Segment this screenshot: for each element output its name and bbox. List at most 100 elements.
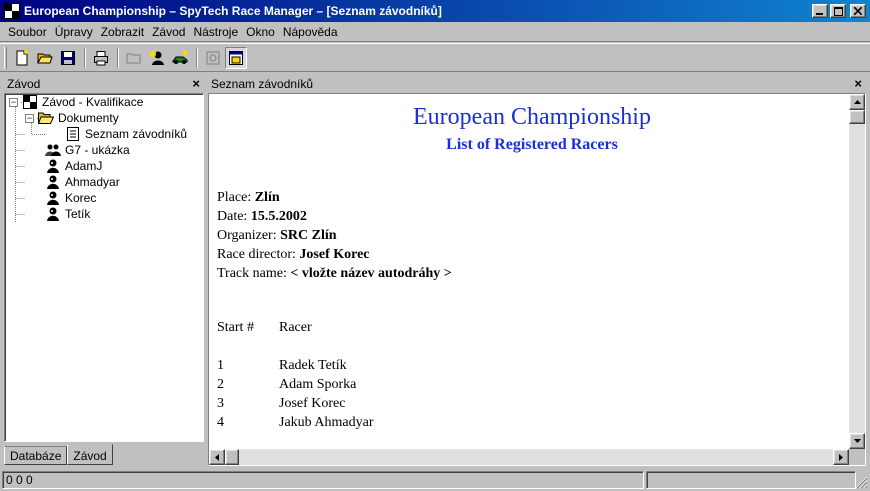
horizontal-scroll-thumb[interactable] (225, 449, 239, 465)
tree-item-group[interactable]: G7 - ukázka (45, 142, 130, 158)
tree-item-racer[interactable]: AdamJ (45, 158, 102, 174)
new-document-button[interactable] (11, 47, 33, 69)
status-panel (646, 471, 856, 489)
print-button[interactable] (90, 47, 112, 69)
arrow-left-icon (215, 453, 219, 461)
maximize-button[interactable] (830, 4, 846, 18)
document-panel-title: Seznam závodníků (211, 76, 314, 91)
window-title: European Championship – SpyTech Race Man… (24, 4, 442, 18)
info-value: < vložte název autodráhy > (290, 266, 452, 281)
menu-okno[interactable]: Okno (242, 25, 279, 39)
info-label: Place: (217, 190, 255, 205)
vertical-scroll-thumb[interactable] (849, 110, 865, 124)
menu-bar: Soubor Úpravy Zobrazit Závod Nástroje Ok… (0, 22, 870, 42)
info-date: Date: 15.5.2002 (217, 209, 307, 228)
collapse-icon[interactable]: − (9, 97, 18, 107)
toolbar-separator (84, 47, 86, 68)
tree-item-racer[interactable]: Ahmadyar (45, 174, 120, 190)
scroll-left-button[interactable] (209, 449, 225, 465)
print-icon (94, 50, 108, 65)
cell-start-number: 2 (217, 377, 224, 392)
tab-race[interactable]: Závod (67, 444, 113, 465)
scroll-down-button[interactable] (849, 433, 865, 449)
tab-database[interactable]: Databáze (4, 446, 68, 465)
save-button[interactable] (57, 47, 79, 69)
menu-zavod[interactable]: Závod (148, 25, 189, 39)
save-icon (61, 50, 75, 65)
new-document-icon (16, 49, 28, 65)
racer-list-document: European Championship List of Registered… (217, 94, 849, 448)
menu-soubor[interactable]: Soubor (4, 25, 51, 39)
tree-item-race[interactable]: − Závod - Kvalifikace (9, 94, 143, 110)
tree-item-racer[interactable]: Tetík (45, 206, 90, 222)
horizontal-scrollbar[interactable] (209, 449, 849, 465)
toolbar-separator (117, 47, 119, 68)
info-label: Race director: (217, 247, 300, 262)
tree-item-racer-list[interactable]: Seznam závodníků (65, 126, 187, 142)
info-value: SRC Zlín (280, 228, 337, 243)
scrollbar-corner (849, 449, 865, 465)
add-racer-button[interactable] (146, 47, 168, 69)
tree-item-label: Ahmadyar (65, 175, 120, 189)
menu-nastroje[interactable]: Nástroje (189, 25, 242, 39)
document-panel: Seznam závodníků × European Championship… (208, 75, 866, 466)
tree-item-label: G7 - ukázka (65, 143, 130, 157)
column-header-start-number: Start # (217, 320, 254, 335)
cell-racer: Josef Korec (279, 396, 346, 411)
race-panel-title: Závod (7, 76, 41, 91)
toolbar (0, 43, 870, 72)
checkered-flag-icon (22, 94, 38, 110)
cell-racer: Radek Tetík (279, 358, 347, 373)
document-view[interactable]: European Championship List of Registered… (208, 93, 866, 466)
menu-upravy[interactable]: Úpravy (51, 25, 97, 39)
tree-item-racer[interactable]: Korec (45, 190, 96, 206)
settings-disabled-icon (206, 51, 220, 64)
status-text: 0 0 0 (2, 471, 644, 489)
info-label: Track name: (217, 266, 291, 281)
info-organizer: Organizer: SRC Zlín (217, 228, 337, 247)
folder-disabled-icon (126, 53, 141, 63)
cell-start-number: 1 (217, 358, 224, 373)
info-value: Josef Korec (299, 247, 370, 262)
racer-icon (45, 206, 61, 222)
open-button[interactable] (34, 47, 56, 69)
race-panel-close-button[interactable]: × (192, 76, 200, 91)
toolbar-separator (196, 47, 198, 68)
settings-button-disabled[interactable] (202, 47, 224, 69)
race-car-button[interactable] (169, 47, 191, 69)
folder-button-disabled[interactable] (123, 47, 145, 69)
info-label: Date: (217, 209, 251, 224)
minimize-icon (816, 13, 823, 15)
cell-start-number: 4 (217, 415, 224, 430)
tree-item-label: AdamJ (65, 159, 103, 173)
menu-zobrazit[interactable]: Zobrazit (97, 25, 148, 39)
race-panel: Závod × − Závod - Kvalifikace − Dokument… (4, 75, 204, 466)
resize-grip-icon[interactable] (855, 476, 868, 489)
info-place: Place: Zlín (217, 190, 280, 209)
collapse-icon[interactable]: − (25, 113, 34, 123)
title-bar: European Championship – SpyTech Race Man… (0, 0, 870, 22)
maximize-icon (833, 6, 843, 16)
vertical-scrollbar[interactable] (849, 94, 865, 449)
tree-item-label: Tetík (65, 207, 91, 221)
scroll-right-button[interactable] (833, 449, 849, 465)
tree-item-documents[interactable]: − Dokumenty (25, 110, 119, 126)
toolbar-grip[interactable] (4, 46, 7, 69)
document-panel-close-button[interactable]: × (854, 76, 862, 91)
info-value: Zlín (254, 190, 280, 205)
document-subtitle: List of Registered Racers (446, 136, 618, 153)
racer-icon (45, 190, 61, 206)
minimize-button[interactable] (812, 4, 828, 18)
document-panel-header: Seznam závodníků × (208, 75, 866, 92)
tree-item-label: Seznam závodníků (85, 127, 188, 141)
tree-item-label: Závod - Kvalifikace (42, 95, 144, 109)
scroll-up-button[interactable] (849, 94, 865, 110)
menu-napoveda[interactable]: Nápověda (279, 25, 342, 39)
window-view-button[interactable] (225, 46, 247, 69)
status-bar: 0 0 0 (0, 469, 870, 491)
arrow-right-icon (839, 453, 843, 461)
cell-racer: Adam Sporka (279, 377, 357, 392)
close-button[interactable] (850, 4, 866, 18)
app-icon[interactable] (4, 3, 20, 19)
race-tree: − Závod - Kvalifikace − Dokumenty Seznam… (4, 93, 204, 442)
